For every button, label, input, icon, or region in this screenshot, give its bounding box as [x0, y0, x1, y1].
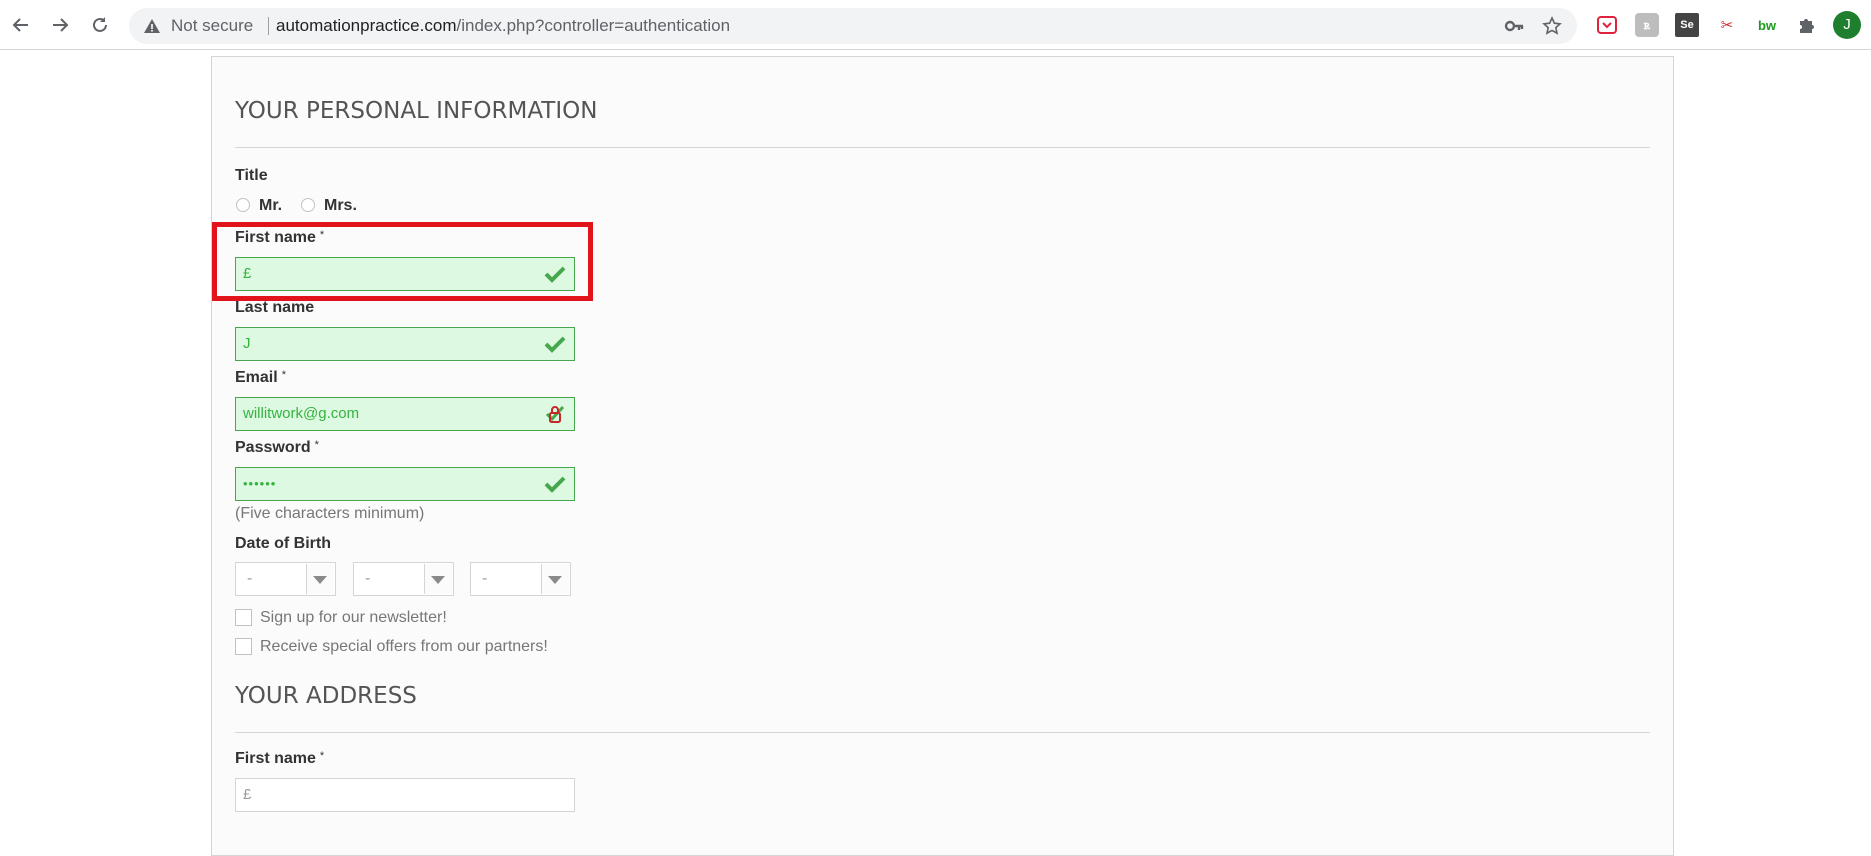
address-bar[interactable]: Not secure automationpractice.com/index.…	[129, 8, 1577, 44]
valid-check-icon	[544, 336, 566, 353]
email-label: Email *	[235, 369, 286, 387]
dob-year-value: -	[482, 570, 488, 587]
email-input[interactable]: willitwork@g.com	[235, 397, 575, 431]
email-label-text: Email	[235, 369, 278, 386]
offers-checkbox[interactable]	[235, 638, 252, 655]
password-value: ••••••	[243, 476, 277, 491]
reload-icon[interactable]	[87, 12, 113, 38]
chevron-down-icon	[424, 564, 452, 594]
address-heading: YOUR ADDRESS	[235, 683, 417, 709]
red-tool-extension-icon[interactable]: ✂	[1715, 13, 1739, 37]
first-name-value: £	[243, 265, 252, 282]
extension-puzzle-icon[interactable]	[1795, 13, 1819, 37]
required-mark: *	[319, 229, 325, 241]
required-mark: *	[314, 439, 319, 451]
address-first-name-label: First name *	[235, 750, 324, 768]
dob-month-value: -	[365, 570, 371, 587]
dob-day-value: -	[247, 570, 253, 587]
account-creation-panel	[211, 56, 1674, 856]
pocket-extension-icon[interactable]	[1595, 13, 1619, 37]
url-host: automationpractice.com	[276, 16, 457, 35]
dob-month-select[interactable]: -	[353, 562, 454, 596]
first-name-label: First name *	[235, 229, 324, 247]
first-name-label-text: First name	[235, 229, 316, 246]
selenium-extension-icon[interactable]: Se	[1675, 13, 1699, 37]
dob-label: Date of Birth	[235, 535, 331, 552]
forward-icon[interactable]	[47, 12, 73, 38]
last-name-value: J	[243, 335, 251, 352]
bw-extension-icon[interactable]: bw	[1755, 13, 1779, 37]
chevron-down-icon	[541, 564, 569, 594]
last-name-input[interactable]: J	[235, 327, 575, 361]
title-mr-radio[interactable]	[236, 198, 250, 212]
dob-day-select[interactable]: -	[235, 562, 336, 596]
address-divider	[235, 732, 1650, 733]
profile-avatar[interactable]: J	[1833, 11, 1861, 39]
browser-toolbar: Not secure automationpractice.com/index.…	[0, 0, 1871, 50]
chevron-down-icon	[306, 564, 334, 594]
personal-info-divider	[235, 147, 1650, 148]
required-mark: *	[281, 369, 286, 381]
title-label: Title	[235, 167, 268, 184]
security-label[interactable]: Not secure	[171, 8, 253, 44]
newsletter-checkbox[interactable]	[235, 609, 252, 626]
password-hint: (Five characters minimum)	[235, 505, 425, 522]
newsletter-label[interactable]: Sign up for our newsletter!	[260, 609, 447, 627]
title-mrs-radio[interactable]	[301, 198, 315, 212]
warning-icon	[144, 19, 160, 33]
password-label-text: Password	[235, 439, 311, 456]
first-name-input[interactable]: £	[235, 257, 575, 291]
password-input[interactable]: ••••••	[235, 467, 575, 501]
offers-label[interactable]: Receive special offers from our partners…	[260, 638, 548, 656]
address-first-name-input[interactable]: £	[235, 778, 575, 812]
grey-extension-icon[interactable]: ꭱ	[1635, 13, 1659, 37]
address-first-name-value: £	[243, 786, 252, 803]
back-icon[interactable]	[8, 12, 34, 38]
password-manager-lock-icon[interactable]	[544, 403, 566, 425]
title-mr-label[interactable]: Mr.	[259, 197, 282, 215]
title-mrs-label[interactable]: Mrs.	[324, 197, 357, 215]
valid-check-icon	[544, 266, 566, 283]
star-icon[interactable]	[1542, 16, 1562, 36]
password-label: Password *	[235, 439, 319, 457]
omnibox-divider	[268, 17, 269, 35]
address-first-name-label-text: First name	[235, 750, 316, 767]
email-value: willitwork@g.com	[243, 405, 360, 422]
valid-check-icon	[544, 476, 566, 493]
key-icon[interactable]	[1504, 17, 1524, 35]
required-mark: *	[319, 750, 325, 762]
dob-year-select[interactable]: -	[470, 562, 571, 596]
url-path: /index.php?controller=authentication	[456, 16, 731, 35]
url-text[interactable]: automationpractice.com/index.php?control…	[276, 8, 730, 44]
last-name-label: Last name	[235, 299, 315, 316]
personal-info-heading: YOUR PERSONAL INFORMATION	[235, 98, 598, 124]
